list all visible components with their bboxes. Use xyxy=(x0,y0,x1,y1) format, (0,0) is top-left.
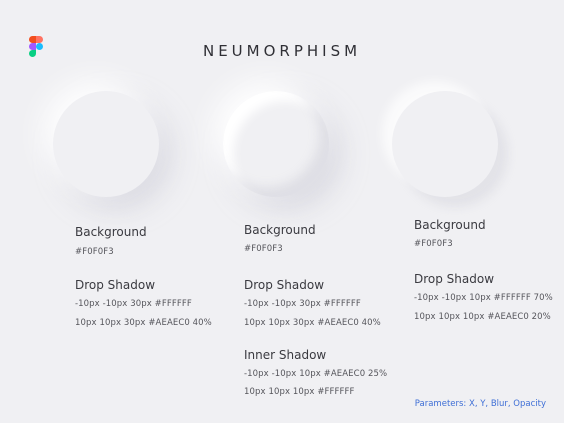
background-value: #F0F0F3 xyxy=(244,244,283,254)
background-label: Background xyxy=(414,218,486,232)
inner-shadow-value: 10px 10px 10px #FFFFFF xyxy=(244,387,355,397)
background-value: #F0F0F3 xyxy=(414,239,453,249)
drop-shadow-label: Drop Shadow xyxy=(75,278,156,292)
neumorphic-circle-inner-shadow xyxy=(223,91,329,197)
drop-shadow-value: 10px 10px 10px #AEAEC0 20% xyxy=(414,312,551,322)
inner-shadow-label: Inner Shadow xyxy=(244,348,327,362)
page-title: NEUMORPHISM xyxy=(202,42,362,60)
drop-shadow-value: -10px -10px 30px #FFFFFF xyxy=(244,299,361,309)
drop-shadow-label: Drop Shadow xyxy=(244,278,325,292)
background-value: #F0F0F3 xyxy=(75,247,114,257)
background-label: Background xyxy=(75,225,147,239)
inner-shadow-value: -10px -10px 10px #AEAEC0 25% xyxy=(244,369,388,379)
background-label: Background xyxy=(244,223,316,237)
drop-shadow-value: 10px 10px 30px #AEAEC0 40% xyxy=(75,318,212,328)
parameters-note: Parameters: X, Y, Blur, Opacity xyxy=(414,399,546,409)
drop-shadow-value: -10px -10px 30px #FFFFFF xyxy=(75,299,192,309)
drop-shadow-value: 10px 10px 30px #AEAEC0 40% xyxy=(244,318,381,328)
drop-shadow-label: Drop Shadow xyxy=(414,272,495,286)
neumorphic-circle-drop-shadow xyxy=(53,91,159,197)
neumorphic-circle-soft-shadow xyxy=(392,91,498,197)
drop-shadow-value: -10px -10px 10px #FFFFFF 70% xyxy=(414,293,553,303)
